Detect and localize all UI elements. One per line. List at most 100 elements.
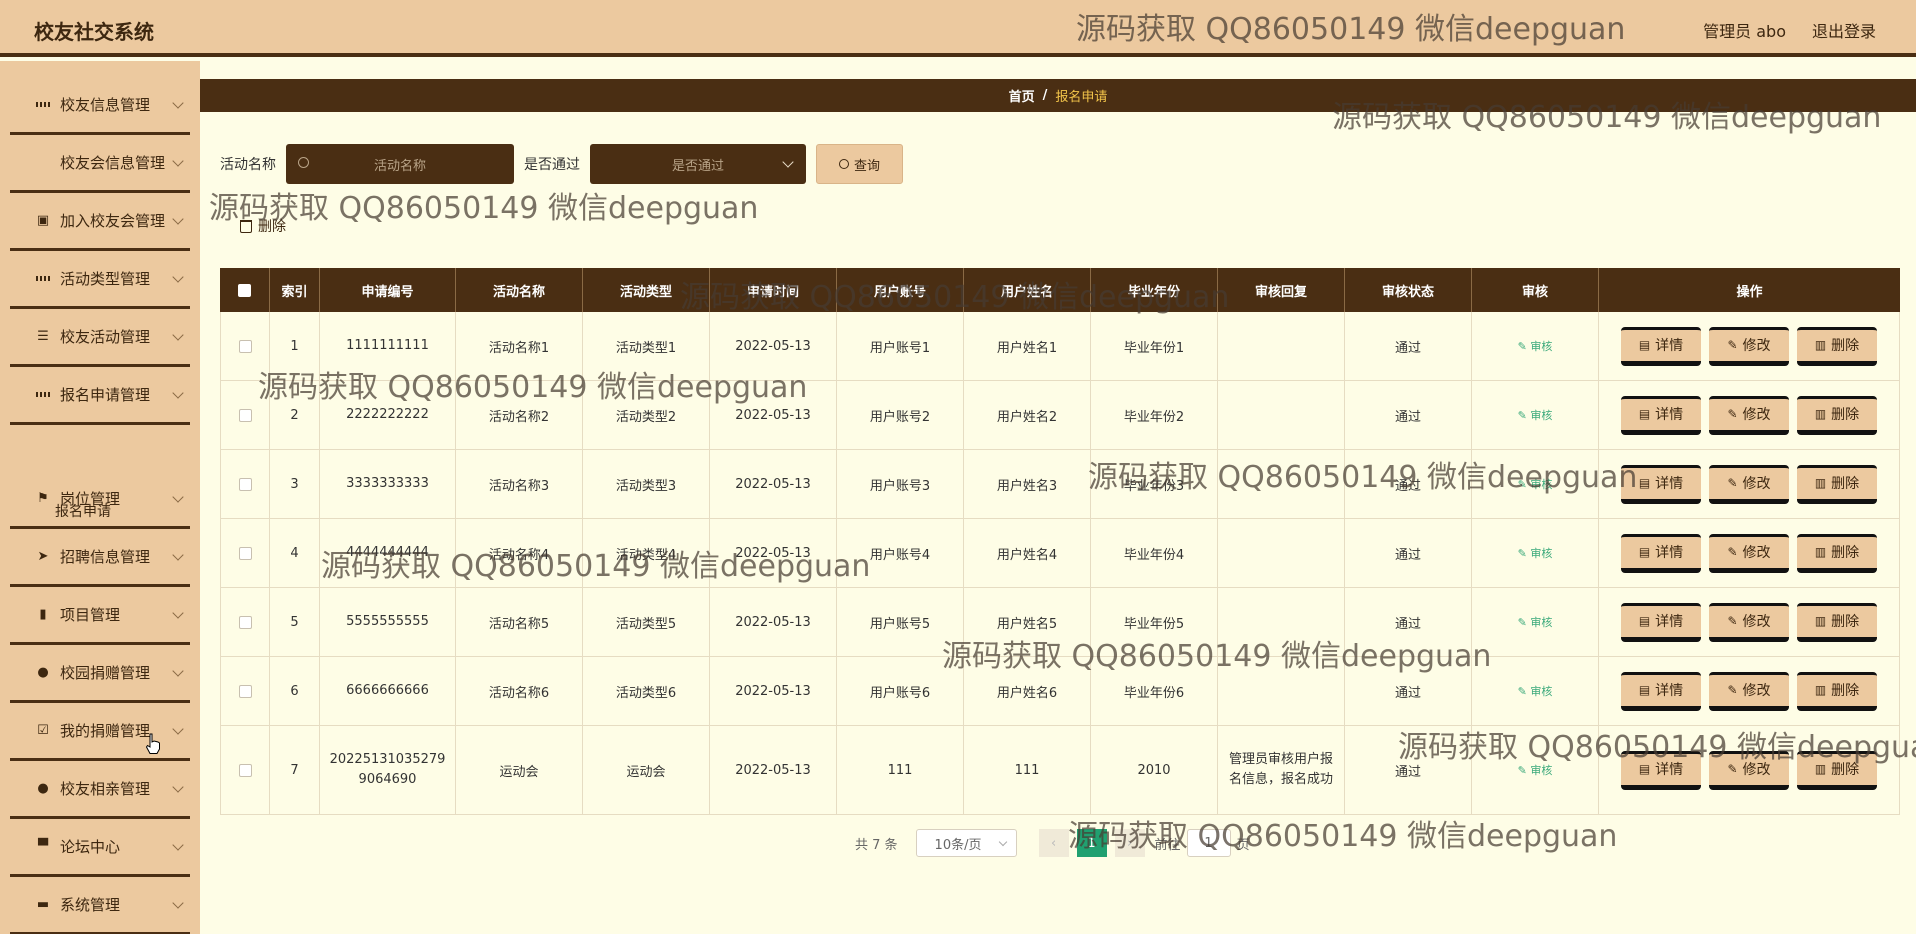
audit-link[interactable]: ✎ 审核	[1518, 476, 1553, 492]
cell-actions: ▤ 详情 ✎ 修改 ▥ 删除	[1599, 726, 1900, 814]
row-checkbox[interactable]	[238, 339, 252, 353]
sidebar-item-alumni-info[interactable]: 校友信息管理	[10, 77, 190, 135]
detail-button[interactable]: ▤ 详情	[1621, 602, 1701, 642]
current-user[interactable]: 管理员 abo	[1703, 18, 1786, 42]
detail-button[interactable]: ▤ 详情	[1621, 671, 1701, 711]
sidebar-item-join-assoc[interactable]: ▣ 加入校友会管理	[10, 193, 190, 251]
cell-actions: ▤ 详情 ✎ 修改 ▥ 删除	[1599, 381, 1900, 449]
detail-button[interactable]: ▤ 详情	[1621, 750, 1701, 790]
sidebar-item-label: 岗位管理	[60, 490, 121, 508]
chevron-down-icon	[172, 387, 184, 399]
next-page-button[interactable]: ›	[1114, 829, 1145, 857]
sidebar-item-forum[interactable]: ▀ 论坛中心	[10, 819, 190, 877]
sidebar-item-alumni-activity[interactable]: ☰ 校友活动管理	[10, 309, 190, 367]
sidebar-item-signup[interactable]: 报名申请管理	[10, 367, 190, 425]
cell-code: 6666666666	[320, 657, 456, 725]
edit-button[interactable]: ✎ 修改	[1709, 602, 1789, 642]
audit-link[interactable]: ✎ 审核	[1518, 683, 1553, 699]
cell-year: 毕业年份5	[1091, 588, 1218, 656]
audit-link[interactable]: ✎ 审核	[1518, 338, 1553, 354]
trash-icon: ▥	[1814, 545, 1827, 559]
sidebar-item-project[interactable]: ▮ 项目管理	[10, 587, 190, 645]
delete-button[interactable]: ▥ 删除	[1797, 750, 1877, 790]
cell-account: 111	[837, 726, 964, 814]
cell-code: 3333333333	[320, 450, 456, 518]
cell-activity: 活动名称3	[456, 450, 583, 518]
detail-button[interactable]: ▤ 详情	[1621, 464, 1701, 504]
cell-time: 2022-05-13	[710, 381, 837, 449]
search-bar: 活动名称 活动名称 是否通过 是否通过 查询	[220, 144, 903, 184]
edit-button[interactable]: ✎ 修改	[1709, 750, 1789, 790]
cell-audit: ✎ 审核	[1472, 519, 1599, 587]
audit-link-label: 审核	[1530, 764, 1553, 777]
detail-button[interactable]: ▤ 详情	[1621, 326, 1701, 366]
batch-delete-label: 删除	[258, 219, 286, 235]
chevron-right-icon: ›	[1126, 835, 1133, 851]
cell-time: 2022-05-13	[710, 657, 837, 725]
sidebar-item-my-donation[interactable]: ☑ 我的捐赠管理	[10, 703, 190, 761]
goto-page-input[interactable]: 1	[1186, 829, 1231, 857]
pen-icon: ✎	[1727, 762, 1738, 776]
chevron-down-icon	[172, 213, 184, 225]
audit-link[interactable]: ✎ 审核	[1518, 762, 1553, 778]
page-number-current[interactable]: 1	[1076, 829, 1107, 857]
activity-name-placeholder: 活动名称	[373, 158, 426, 174]
sidebar-item-campus-donation[interactable]: ● 校园捐赠管理	[10, 645, 190, 703]
edit-button[interactable]: ✎ 修改	[1709, 464, 1789, 504]
audit-link[interactable]: ✎ 审核	[1518, 545, 1553, 561]
cell-year: 毕业年份6	[1091, 657, 1218, 725]
query-button[interactable]: 查询	[816, 144, 903, 184]
header-select-all[interactable]	[220, 268, 270, 312]
row-checkbox[interactable]	[238, 684, 252, 698]
row-checkbox[interactable]	[238, 546, 252, 560]
detail-button[interactable]: ▤ 详情	[1621, 533, 1701, 573]
header-activity: 活动名称	[456, 268, 583, 312]
delete-button[interactable]: ▥ 删除	[1797, 533, 1877, 573]
breadcrumb-home[interactable]: 首页	[1009, 86, 1035, 105]
activity-name-input[interactable]: 活动名称	[286, 144, 514, 184]
row-select-cell	[220, 519, 270, 587]
edit-button[interactable]: ✎ 修改	[1709, 533, 1789, 573]
pen-icon: ✎	[1727, 614, 1738, 628]
select-all-checkbox[interactable]	[238, 283, 251, 297]
search-icon	[298, 157, 309, 168]
page-size-select[interactable]: 10条/页	[915, 829, 1017, 857]
sidebar-item-system[interactable]: ▬ 系统管理	[10, 877, 190, 934]
row-select-cell	[220, 450, 270, 518]
sidebar-item-position[interactable]: ⚑ 岗位管理	[10, 471, 190, 529]
row-checkbox[interactable]	[238, 615, 252, 629]
cell-index: 7	[270, 726, 320, 814]
row-checkbox[interactable]	[238, 408, 252, 422]
sidebar-item-label: 招聘信息管理	[60, 548, 151, 566]
pass-status-select[interactable]: 是否通过	[590, 144, 806, 184]
edit-button-label: 修改	[1742, 683, 1771, 699]
sidebar-item-label: 校友活动管理	[60, 328, 151, 346]
delete-button[interactable]: ▥ 删除	[1797, 602, 1877, 642]
audit-link[interactable]: ✎ 审核	[1518, 407, 1553, 423]
table-row: 6 6666666666 活动名称6 活动类型6 2022-05-13 用户账号6 用户姓名…	[220, 657, 1900, 726]
prev-page-button[interactable]: ‹	[1038, 829, 1069, 857]
row-checkbox[interactable]	[238, 763, 252, 777]
edit-button[interactable]: ✎ 修改	[1709, 326, 1789, 366]
trash-icon: ▥	[1814, 683, 1827, 697]
sidebar-item-activity-type[interactable]: 活动类型管理	[10, 251, 190, 309]
logout-link[interactable]: 退出登录	[1812, 18, 1876, 42]
table-body: 1 1111111111 活动名称1 活动类型1 2022-05-13 用户账号1 用户姓名…	[220, 312, 1900, 815]
batch-delete-button[interactable]: 删除	[240, 216, 286, 236]
delete-button[interactable]: ▥ 删除	[1797, 671, 1877, 711]
delete-button[interactable]: ▥ 删除	[1797, 326, 1877, 366]
edit-button[interactable]: ✎ 修改	[1709, 395, 1789, 435]
detail-button[interactable]: ▤ 详情	[1621, 395, 1701, 435]
sidebar-item-dating[interactable]: ● 校友相亲管理	[10, 761, 190, 819]
cell-audit: ✎ 审核	[1472, 450, 1599, 518]
row-checkbox[interactable]	[238, 477, 252, 491]
sidebar-item-alumni-assoc[interactable]: 校友会信息管理	[10, 135, 190, 193]
edit-button[interactable]: ✎ 修改	[1709, 671, 1789, 711]
sidebar-item-recruit[interactable]: ➤ 招聘信息管理	[10, 529, 190, 587]
cell-code: 4444444444	[320, 519, 456, 587]
cell-activity: 运动会	[456, 726, 583, 814]
edit-pen-icon: ✎	[1517, 685, 1531, 698]
audit-link[interactable]: ✎ 审核	[1518, 614, 1553, 630]
delete-button[interactable]: ▥ 删除	[1797, 464, 1877, 504]
delete-button[interactable]: ▥ 删除	[1797, 395, 1877, 435]
